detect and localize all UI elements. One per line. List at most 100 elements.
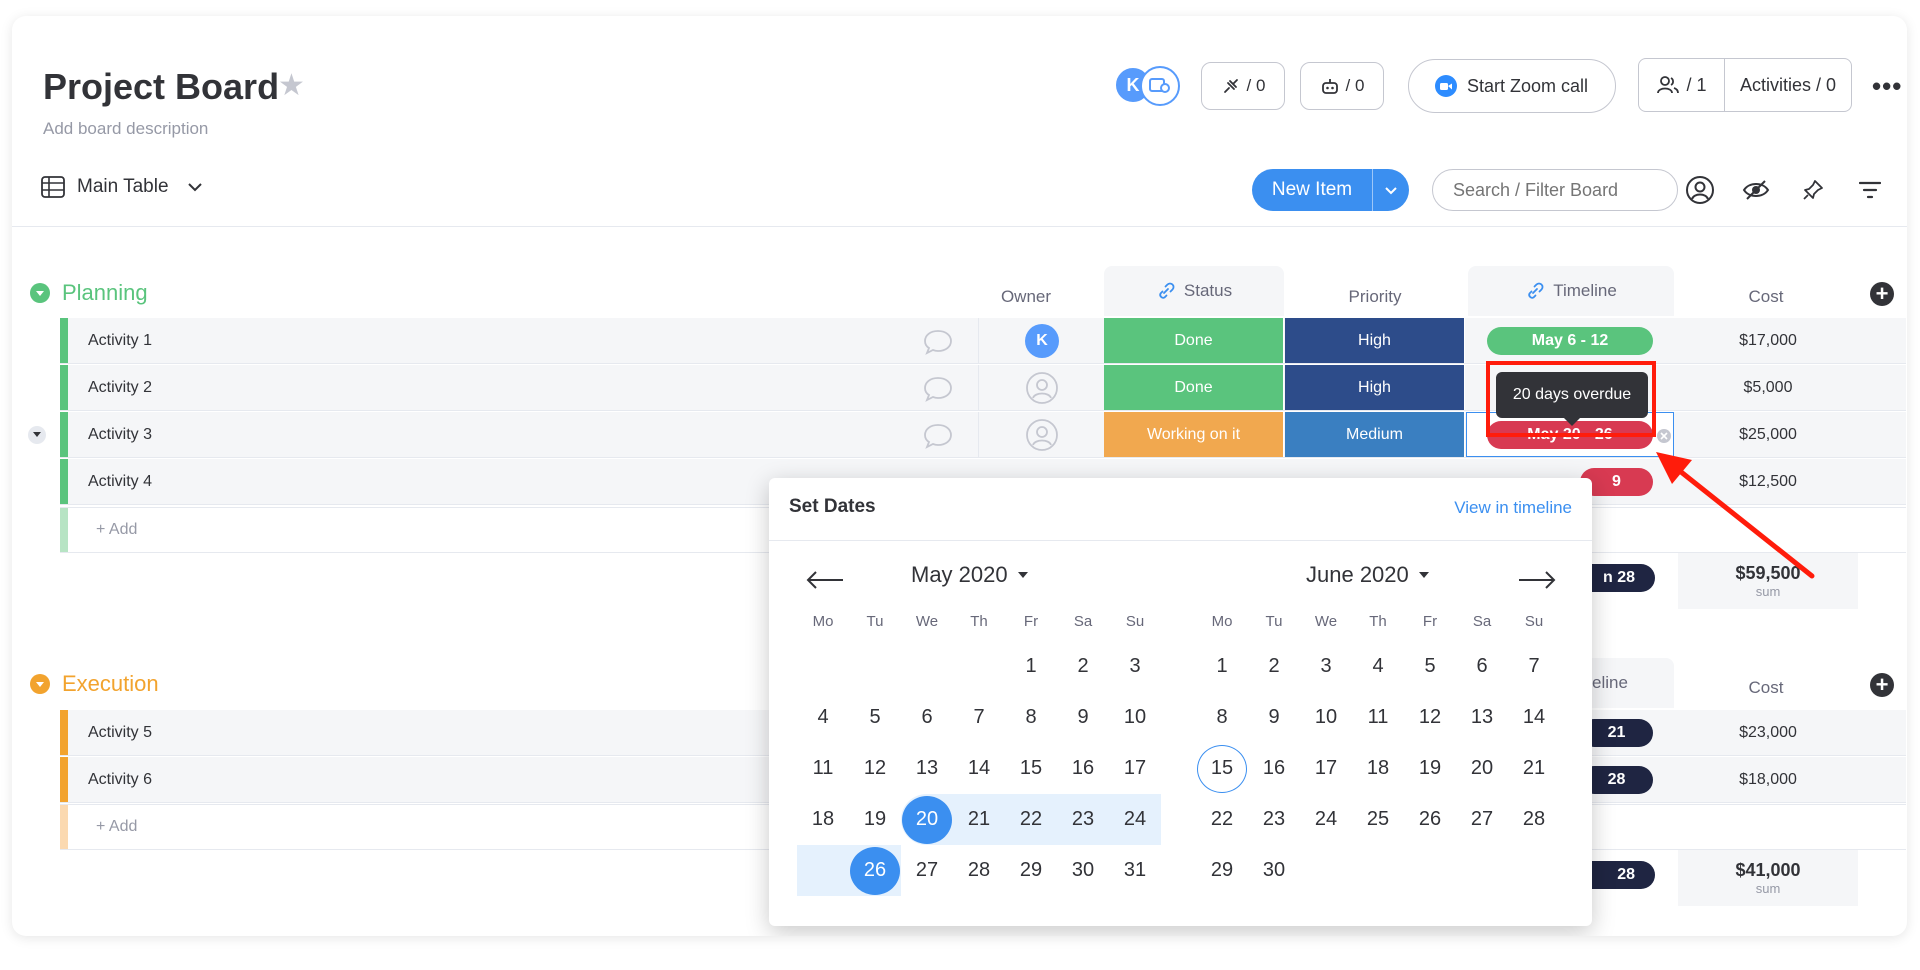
calendar-day[interactable]: 12 [849,743,901,794]
calendar-day[interactable]: 23 [1248,794,1300,845]
chat-bubble-icon[interactable] [922,328,954,356]
column-header-cost[interactable]: Cost [1676,673,1856,703]
calendar-day[interactable]: 19 [1404,743,1456,794]
board-title[interactable]: Project Board [43,66,279,108]
calendar-day[interactable]: 21 [953,794,1005,845]
calendar-day[interactable]: 9 [1248,692,1300,743]
new-item-button[interactable]: New Item [1252,169,1409,211]
filter-icon[interactable] [1854,174,1886,206]
group-name[interactable]: Execution [62,671,159,697]
calendar-day[interactable]: 21 [1508,743,1560,794]
column-header-timeline[interactable]: Timeline [1468,266,1674,316]
calendar-day[interactable]: 30 [1248,845,1300,896]
calendar-day[interactable]: 2 [1057,641,1109,692]
cost-cell[interactable]: $5,000 [1678,365,1858,410]
calendar-day[interactable]: 8 [1005,692,1057,743]
item-name[interactable]: Activity 6 [88,757,152,802]
calendar-day[interactable]: 25 [1352,794,1404,845]
chevron-down-icon[interactable] [187,182,203,192]
priority-cell[interactable]: High [1285,318,1465,363]
calendar-day-today[interactable]: 15 [1196,743,1248,794]
more-options-icon[interactable]: ••• [1872,71,1902,102]
calendar-day-selected[interactable]: 26 [849,845,901,896]
calendar-day[interactable]: 29 [1196,845,1248,896]
calendar-day[interactable]: 13 [1456,692,1508,743]
group-collapse-icon[interactable] [30,674,50,694]
main-table-view-tab[interactable]: Main Table [41,176,203,198]
calendar-day[interactable]: 20 [1456,743,1508,794]
left-month-selector[interactable]: May 2020 [911,562,1028,588]
calendar-day[interactable]: 11 [797,743,849,794]
calendar-day[interactable]: 16 [1248,743,1300,794]
item-name[interactable]: Activity 4 [88,459,152,504]
item-name[interactable]: Activity 3 [88,412,152,457]
column-header-owner[interactable]: Owner [966,282,1086,312]
add-column-icon[interactable]: + [1870,282,1894,306]
star-icon[interactable]: ★ [278,68,305,103]
calendar-day[interactable]: 6 [1456,641,1508,692]
hide-columns-icon[interactable] [1740,174,1772,206]
pin-icon[interactable] [1797,174,1829,206]
calendar-day[interactable]: 15 [1005,743,1057,794]
calendar-day[interactable]: 22 [1005,794,1057,845]
calendar-day[interactable]: 22 [1196,794,1248,845]
cost-cell[interactable]: $23,000 [1678,710,1858,755]
calendar-day[interactable]: 24 [1300,794,1352,845]
column-header-status[interactable]: Status [1104,266,1284,316]
calendar-day[interactable]: 13 [901,743,953,794]
priority-cell[interactable]: High [1285,365,1465,410]
calendar-day[interactable]: 17 [1300,743,1352,794]
calendar-day[interactable]: 7 [953,692,1005,743]
calendar-day[interactable]: 3 [1300,641,1352,692]
group-collapse-icon[interactable] [30,283,50,303]
add-item-label[interactable]: + Add [96,508,137,552]
item-name[interactable]: Activity 1 [88,318,152,363]
arrow-right-icon[interactable] [1517,570,1557,590]
calendar-day[interactable]: 30 [1057,845,1109,896]
priority-cell[interactable]: Medium [1285,412,1465,457]
group-header-planning[interactable]: Planning [30,280,148,306]
add-item-label[interactable]: + Add [96,805,137,849]
right-month-selector[interactable]: June 2020 [1306,562,1429,588]
table-row[interactable]: Activity 1 K Done High May 6 - 12 $17,00… [60,318,1906,364]
calendar-day[interactable]: 24 [1109,794,1161,845]
person-filter-icon[interactable] [1684,174,1716,206]
calendar-day[interactable]: 8 [1196,692,1248,743]
arrow-left-icon[interactable] [805,570,845,590]
calendar-day[interactable]: 10 [1300,692,1352,743]
members-button[interactable]: / 1 [1639,59,1725,111]
calendar-day[interactable]: 17 [1109,743,1161,794]
calendar-day[interactable]: 31 [1109,845,1161,896]
calendar-day[interactable]: 11 [1352,692,1404,743]
calendar-day[interactable]: 14 [1508,692,1560,743]
clear-date-icon[interactable] [1656,428,1672,444]
board-description[interactable]: Add board description [43,119,208,139]
board-members-avatars[interactable]: K [1114,64,1182,106]
column-header-priority[interactable]: Priority [1285,282,1465,312]
calendar-day[interactable]: 28 [953,845,1005,896]
status-cell[interactable]: Done [1104,365,1284,410]
chat-bubble-icon[interactable] [922,375,954,403]
new-item-label[interactable]: New Item [1252,169,1372,211]
calendar-day[interactable]: 18 [1352,743,1404,794]
timeline-pill[interactable]: May 6 - 12 [1487,327,1653,355]
calendar-day[interactable]: 10 [1109,692,1161,743]
calendar-day[interactable]: 19 [849,794,901,845]
calendar-day[interactable]: 3 [1109,641,1161,692]
calendar-day[interactable]: 23 [1057,794,1109,845]
calendar-day[interactable]: 4 [797,692,849,743]
new-item-dropdown-icon[interactable] [1372,169,1409,211]
column-header-cost[interactable]: Cost [1676,282,1856,312]
calendar-day[interactable]: 4 [1352,641,1404,692]
calendar-day[interactable]: 18 [797,794,849,845]
calendar-day[interactable]: 28 [1508,794,1560,845]
activities-button[interactable]: Activities / 0 [1725,75,1851,96]
calendar-day[interactable]: 9 [1057,692,1109,743]
calendar-day[interactable]: 12 [1404,692,1456,743]
owner-cell[interactable]: K [978,318,1106,363]
calendar-day-selected[interactable]: 20 [901,794,953,845]
item-name[interactable]: Activity 2 [88,365,152,410]
calendar-day[interactable]: 5 [1404,641,1456,692]
calendar-day[interactable]: 27 [901,845,953,896]
calendar-day[interactable]: 6 [901,692,953,743]
